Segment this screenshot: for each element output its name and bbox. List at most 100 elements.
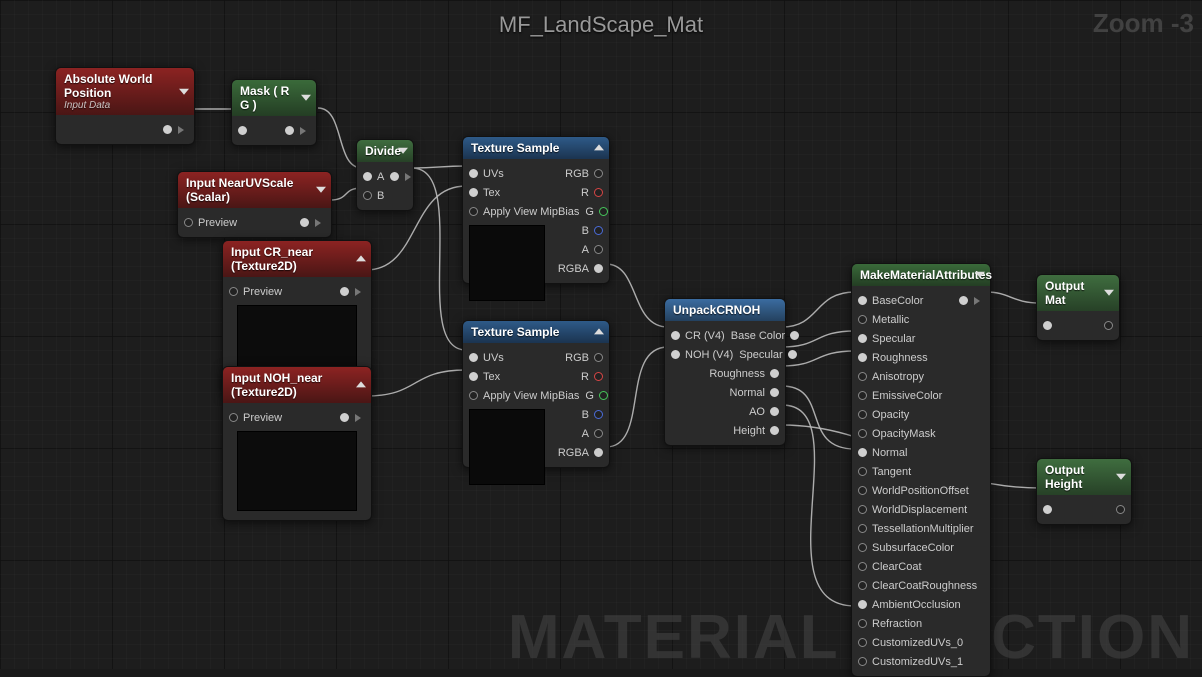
preview-pin[interactable]: Preview bbox=[184, 217, 237, 229]
node-output-height[interactable]: Output Height bbox=[1036, 458, 1132, 525]
output-pin[interactable] bbox=[1116, 505, 1125, 514]
node-title: Mask ( R G ) bbox=[240, 84, 289, 112]
mma-pin-worlddisplacement[interactable]: WorldDisplacement bbox=[858, 504, 967, 516]
chevron-up-icon[interactable] bbox=[594, 328, 604, 334]
basecolor-out[interactable]: Base Color bbox=[731, 330, 799, 342]
mma-pin-metallic[interactable]: Metallic bbox=[858, 314, 909, 326]
node-output-mat[interactable]: Output Mat bbox=[1036, 274, 1120, 341]
rgba-pin[interactable]: RGBA bbox=[558, 263, 603, 275]
tex-pin[interactable]: Tex bbox=[469, 187, 500, 199]
node-texture-sample-2[interactable]: Texture Sample UVs RGB Tex R Apply View … bbox=[462, 320, 610, 468]
mma-pin-opacitymask[interactable]: OpacityMask bbox=[858, 428, 936, 440]
input-a-pin[interactable]: A bbox=[363, 171, 384, 183]
node-make-material-attributes[interactable]: MakeMaterialAttributes BaseColor Metallic… bbox=[851, 263, 991, 677]
node-header[interactable]: Absolute World Position Input Data bbox=[56, 68, 194, 115]
node-header[interactable]: UnpackCRNOH bbox=[665, 299, 785, 321]
node-header[interactable]: Input NearUVScale (Scalar) bbox=[178, 172, 331, 208]
chevron-down-icon[interactable] bbox=[975, 272, 985, 283]
rgb-pin[interactable]: RGB bbox=[565, 168, 603, 180]
node-mask-rg[interactable]: Mask ( R G ) bbox=[231, 79, 317, 146]
node-header[interactable]: Texture Sample bbox=[463, 137, 609, 159]
mma-pin-emissivecolor[interactable]: EmissiveColor bbox=[858, 390, 942, 402]
chevron-down-icon[interactable] bbox=[1104, 290, 1114, 301]
cr-pin[interactable]: CR (V4) bbox=[671, 330, 725, 342]
node-input-nearuvscale[interactable]: Input NearUVScale (Scalar) Preview bbox=[177, 171, 332, 238]
input-pin[interactable] bbox=[238, 126, 247, 135]
node-header[interactable]: Output Height bbox=[1037, 459, 1131, 495]
node-header[interactable]: Input NOH_near (Texture2D) bbox=[223, 367, 371, 403]
node-input-noh-near[interactable]: Input NOH_near (Texture2D) Preview bbox=[222, 366, 372, 521]
chevron-down-icon[interactable] bbox=[398, 148, 408, 159]
mma-pin-subsurfacecolor[interactable]: SubsurfaceColor bbox=[858, 542, 954, 554]
chevron-up-icon[interactable] bbox=[356, 381, 366, 387]
node-texture-sample-1[interactable]: Texture Sample UVs RGB Tex R Apply View … bbox=[462, 136, 610, 284]
preview-pin[interactable]: Preview bbox=[229, 412, 282, 424]
canvas-title: MF_LandScape_Mat bbox=[0, 12, 1202, 38]
output-pin[interactable] bbox=[1104, 321, 1113, 330]
mma-pin-customizeduvs_0[interactable]: CustomizedUVs_0 bbox=[858, 637, 963, 649]
output-pin[interactable] bbox=[340, 413, 365, 422]
node-absolute-world-position[interactable]: Absolute World Position Input Data bbox=[55, 67, 195, 145]
chevron-up-icon[interactable] bbox=[356, 255, 366, 261]
mma-pin-customizeduvs_1[interactable]: CustomizedUVs_1 bbox=[858, 656, 963, 668]
chevron-down-icon[interactable] bbox=[316, 187, 326, 198]
r-pin[interactable]: R bbox=[581, 187, 603, 199]
g-pin[interactable]: G bbox=[585, 390, 608, 402]
uvs-pin[interactable]: UVs bbox=[469, 352, 504, 364]
node-header[interactable]: MakeMaterialAttributes bbox=[852, 264, 990, 286]
height-out[interactable]: Height bbox=[733, 425, 779, 437]
node-header[interactable]: Mask ( R G ) bbox=[232, 80, 316, 116]
output-pin[interactable] bbox=[340, 287, 365, 296]
mma-pin-roughness[interactable]: Roughness bbox=[858, 352, 928, 364]
b-pin[interactable]: B bbox=[582, 409, 603, 421]
input-pin[interactable] bbox=[1043, 505, 1052, 514]
g-pin[interactable]: G bbox=[585, 206, 608, 218]
ao-out[interactable]: AO bbox=[749, 406, 779, 418]
output-pin[interactable] bbox=[163, 125, 188, 134]
mma-pin-specular[interactable]: Specular bbox=[858, 333, 915, 345]
specular-out[interactable]: Specular bbox=[739, 349, 796, 361]
mip-pin[interactable]: Apply View MipBias bbox=[469, 206, 579, 218]
output-pin[interactable] bbox=[285, 126, 310, 135]
noh-pin[interactable]: NOH (V4) bbox=[671, 349, 733, 361]
uvs-pin[interactable]: UVs bbox=[469, 168, 504, 180]
node-unpack-crnoh[interactable]: UnpackCRNOH CR (V4) Base Color NOH (V4) … bbox=[664, 298, 786, 446]
graph-canvas[interactable]: MF_LandScape_Mat Zoom -3 MATERIAL FUNCTI… bbox=[0, 0, 1202, 669]
node-header[interactable]: Output Mat bbox=[1037, 275, 1119, 311]
chevron-down-icon[interactable] bbox=[1116, 474, 1126, 485]
mma-pin-normal[interactable]: Normal bbox=[858, 447, 907, 459]
tex-pin[interactable]: Tex bbox=[469, 371, 500, 383]
input-b-pin[interactable]: B bbox=[363, 190, 384, 202]
input-pin[interactable] bbox=[1043, 321, 1052, 330]
node-header[interactable]: Divide bbox=[357, 140, 413, 162]
mma-pin-opacity[interactable]: Opacity bbox=[858, 409, 909, 421]
b-pin[interactable]: B bbox=[582, 225, 603, 237]
roughness-out[interactable]: Roughness bbox=[709, 368, 779, 380]
mip-pin[interactable]: Apply View MipBias bbox=[469, 390, 579, 402]
r-pin[interactable]: R bbox=[581, 371, 603, 383]
rgb-pin[interactable]: RGB bbox=[565, 352, 603, 364]
mma-pin-worldpositionoffset[interactable]: WorldPositionOffset bbox=[858, 485, 969, 497]
output-pin[interactable] bbox=[390, 172, 415, 181]
a-pin[interactable]: A bbox=[582, 244, 603, 256]
mma-pin-refraction[interactable]: Refraction bbox=[858, 618, 922, 630]
mma-pin-ambientocclusion[interactable]: AmbientOcclusion bbox=[858, 599, 961, 611]
chevron-down-icon[interactable] bbox=[179, 88, 189, 99]
rgba-pin[interactable]: RGBA bbox=[558, 447, 603, 459]
chevron-up-icon[interactable] bbox=[594, 144, 604, 150]
normal-out[interactable]: Normal bbox=[730, 387, 779, 399]
output-pin[interactable] bbox=[300, 218, 325, 227]
mma-output-pin[interactable] bbox=[959, 296, 984, 305]
chevron-down-icon[interactable] bbox=[301, 95, 311, 106]
node-divide[interactable]: Divide A B bbox=[356, 139, 414, 211]
mma-pin-anisotropy[interactable]: Anisotropy bbox=[858, 371, 924, 383]
mma-pin-tangent[interactable]: Tangent bbox=[858, 466, 911, 478]
a-pin[interactable]: A bbox=[582, 428, 603, 440]
mma-pin-clearcoat[interactable]: ClearCoat bbox=[858, 561, 922, 573]
mma-pin-clearcoatroughness[interactable]: ClearCoatRoughness bbox=[858, 580, 977, 592]
node-header[interactable]: Input CR_near (Texture2D) bbox=[223, 241, 371, 277]
node-header[interactable]: Texture Sample bbox=[463, 321, 609, 343]
preview-pin[interactable]: Preview bbox=[229, 286, 282, 298]
mma-pin-tessellationmultiplier[interactable]: TessellationMultiplier bbox=[858, 523, 974, 535]
mma-pin-basecolor[interactable]: BaseColor bbox=[858, 295, 923, 307]
